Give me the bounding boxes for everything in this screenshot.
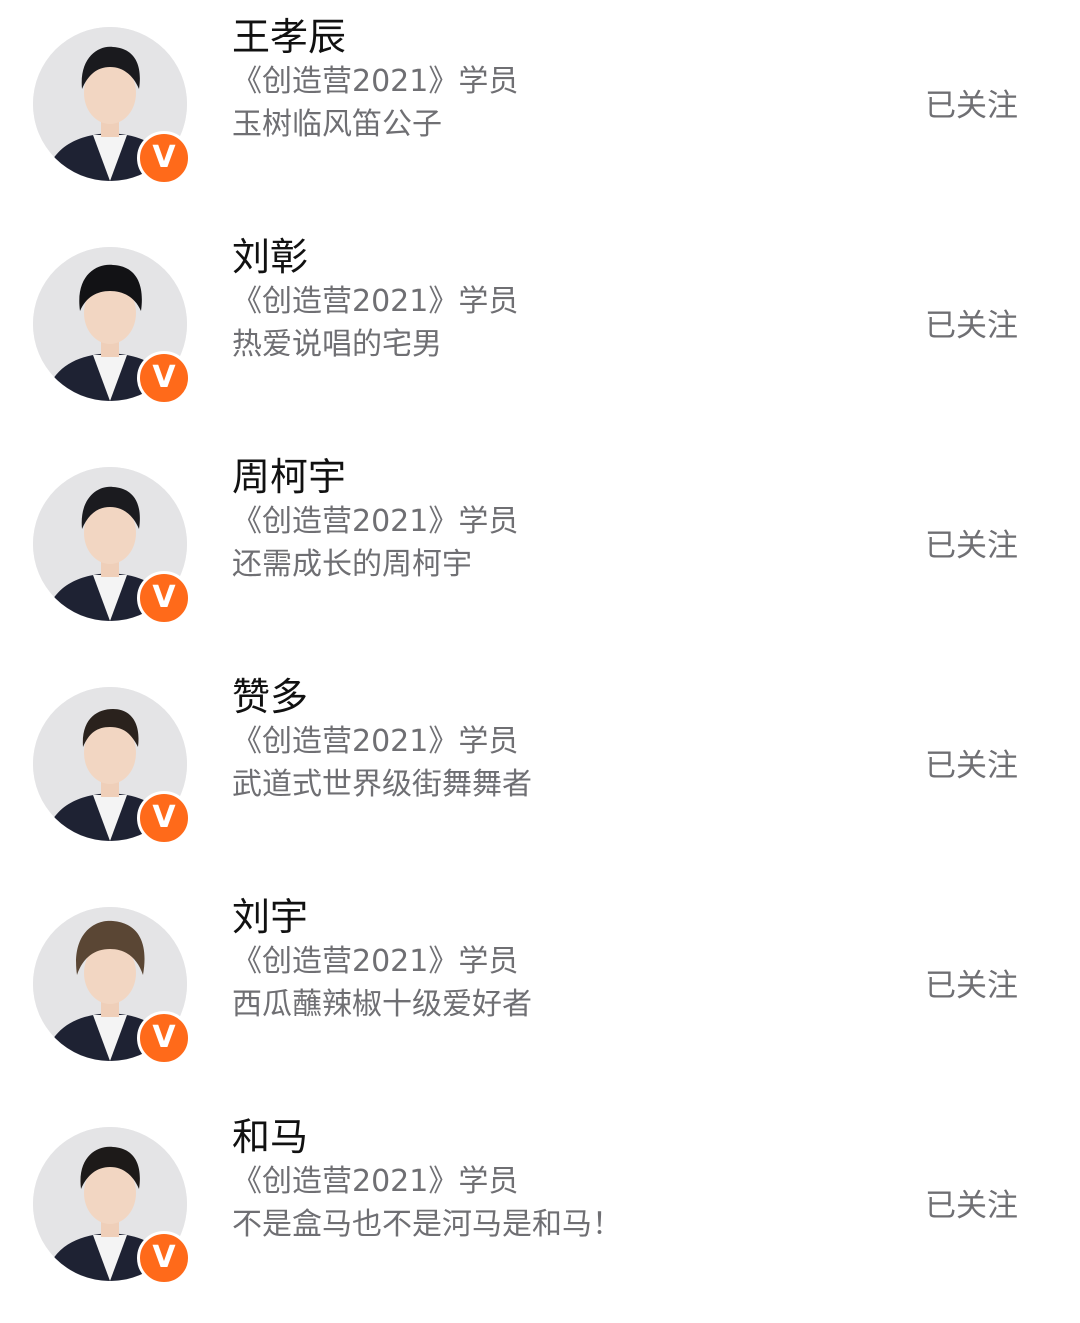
verified-badge-icon: V [137,351,191,405]
user-info: 刘彰 《创造营2021》学员 热爱说唱的宅男 [232,234,518,366]
user-name[interactable]: 王孝辰 [232,14,518,60]
user-info: 和马 《创造营2021》学员 不是盒马也不是河马是和马！ [232,1114,622,1246]
user-info: 刘宇 《创造营2021》学员 西瓜蘸辣椒十级爱好者 [232,894,532,1026]
following-button[interactable]: 已关注 [925,746,1018,786]
verified-badge-icon: V [137,571,191,625]
user-bio: 还需成长的周柯宇 [232,547,472,582]
avatar-container[interactable]: V [33,1127,191,1285]
user-info: 周柯宇 《创造营2021》学员 还需成长的周柯宇 [232,454,518,586]
following-button[interactable]: 已关注 [925,966,1018,1006]
verified-badge-icon: V [137,1231,191,1285]
following-list: V 王孝辰 《创造营2021》学员 玉树临风笛公子 已关注 V 刘彰 《创造营2… [0,0,1080,1323]
user-name[interactable]: 赞多 [232,674,532,720]
user-row-3[interactable]: V 赞多 《创造营2021》学员 武道式世界级街舞舞者 已关注 [0,660,1080,880]
user-bio: 武道式世界级街舞舞者 [232,767,532,802]
following-button[interactable]: 已关注 [925,1186,1018,1226]
avatar-container[interactable]: V [33,247,191,405]
user-title: 《创造营2021》学员 [232,944,519,979]
following-button[interactable]: 已关注 [925,526,1018,566]
avatar-container[interactable]: V [33,687,191,845]
user-bio: 热爱说唱的宅男 [232,327,442,362]
user-row-2[interactable]: V 周柯宇 《创造营2021》学员 还需成长的周柯宇 已关注 [0,440,1080,660]
verified-badge-icon: V [137,131,191,185]
verified-badge-icon: V [137,1011,191,1065]
user-title: 《创造营2021》学员 [232,504,519,539]
user-row-0[interactable]: V 王孝辰 《创造营2021》学员 玉树临风笛公子 已关注 [0,0,1080,220]
verified-badge-icon: V [137,791,191,845]
user-title: 《创造营2021》学员 [232,724,519,759]
avatar-container[interactable]: V [33,467,191,625]
user-info: 赞多 《创造营2021》学员 武道式世界级街舞舞者 [232,674,532,806]
user-row-5[interactable]: V 和马 《创造营2021》学员 不是盒马也不是河马是和马！ 已关注 [0,1100,1080,1320]
user-row-1[interactable]: V 刘彰 《创造营2021》学员 热爱说唱的宅男 已关注 [0,220,1080,440]
user-title: 《创造营2021》学员 [232,284,519,319]
user-row-4[interactable]: V 刘宇 《创造营2021》学员 西瓜蘸辣椒十级爱好者 已关注 [0,880,1080,1100]
user-bio: 西瓜蘸辣椒十级爱好者 [232,987,532,1022]
user-name[interactable]: 周柯宇 [232,454,518,500]
user-bio: 不是盒马也不是河马是和马！ [232,1207,622,1242]
user-title: 《创造营2021》学员 [232,64,519,99]
user-name[interactable]: 刘宇 [232,894,532,940]
avatar-container[interactable]: V [33,907,191,1065]
following-button[interactable]: 已关注 [925,306,1018,346]
avatar-container[interactable]: V [33,27,191,185]
user-bio: 玉树临风笛公子 [232,107,442,142]
user-name[interactable]: 和马 [232,1114,622,1160]
following-button[interactable]: 已关注 [925,86,1018,126]
user-info: 王孝辰 《创造营2021》学员 玉树临风笛公子 [232,14,518,146]
user-title: 《创造营2021》学员 [232,1164,519,1199]
user-name[interactable]: 刘彰 [232,234,518,280]
